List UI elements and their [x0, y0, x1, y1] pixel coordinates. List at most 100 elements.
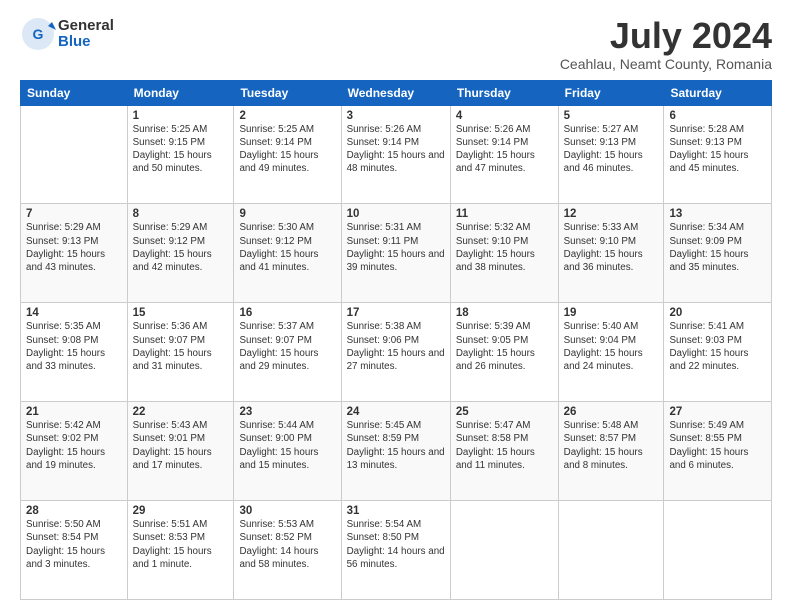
- day-number: 23: [239, 406, 335, 418]
- day-number: 28: [26, 505, 122, 517]
- calendar-cell: 11 Sunrise: 5:32 AM Sunset: 9:10 PM Dayl…: [450, 204, 558, 303]
- sunrise-text: Sunrise: 5:49 AM: [669, 420, 744, 431]
- sunset-text: Sunset: 8:57 PM: [564, 433, 636, 444]
- daylight-text: Daylight: 15 hours and 36 minutes.: [564, 249, 643, 273]
- daylight-text: Daylight: 15 hours and 22 minutes.: [669, 348, 748, 372]
- sunrise-text: Sunrise: 5:26 AM: [347, 124, 422, 135]
- weekday-friday: Friday: [558, 80, 664, 105]
- day-info: Sunrise: 5:49 AM Sunset: 8:55 PM Dayligh…: [669, 419, 766, 472]
- daylight-text: Daylight: 15 hours and 19 minutes.: [26, 447, 105, 471]
- daylight-text: Daylight: 15 hours and 26 minutes.: [456, 348, 535, 372]
- calendar-cell: 25 Sunrise: 5:47 AM Sunset: 8:58 PM Dayl…: [450, 402, 558, 501]
- sunset-text: Sunset: 9:07 PM: [133, 335, 205, 346]
- calendar-cell: 6 Sunrise: 5:28 AM Sunset: 9:13 PM Dayli…: [664, 105, 772, 204]
- calendar-cell: 18 Sunrise: 5:39 AM Sunset: 9:05 PM Dayl…: [450, 303, 558, 402]
- sunrise-text: Sunrise: 5:26 AM: [456, 124, 531, 135]
- calendar-cell: 17 Sunrise: 5:38 AM Sunset: 9:06 PM Dayl…: [341, 303, 450, 402]
- weekday-tuesday: Tuesday: [234, 80, 341, 105]
- sunrise-text: Sunrise: 5:40 AM: [564, 321, 639, 332]
- sunset-text: Sunset: 9:10 PM: [456, 236, 528, 247]
- sunrise-text: Sunrise: 5:25 AM: [133, 124, 208, 135]
- calendar-cell: 27 Sunrise: 5:49 AM Sunset: 8:55 PM Dayl…: [664, 402, 772, 501]
- sunset-text: Sunset: 9:03 PM: [669, 335, 741, 346]
- header: G General Blue July 2024 Ceahlau, Neamt …: [20, 16, 772, 72]
- calendar-cell: 13 Sunrise: 5:34 AM Sunset: 9:09 PM Dayl…: [664, 204, 772, 303]
- daylight-text: Daylight: 15 hours and 47 minutes.: [456, 150, 535, 174]
- calendar-cell: 16 Sunrise: 5:37 AM Sunset: 9:07 PM Dayl…: [234, 303, 341, 402]
- sunset-text: Sunset: 9:15 PM: [133, 137, 205, 148]
- daylight-text: Daylight: 15 hours and 29 minutes.: [239, 348, 318, 372]
- calendar-cell: [558, 501, 664, 600]
- sunset-text: Sunset: 8:55 PM: [669, 433, 741, 444]
- calendar-cell: 30 Sunrise: 5:53 AM Sunset: 8:52 PM Dayl…: [234, 501, 341, 600]
- day-info: Sunrise: 5:51 AM Sunset: 8:53 PM Dayligh…: [133, 518, 229, 571]
- daylight-text: Daylight: 14 hours and 56 minutes.: [347, 546, 445, 570]
- sunset-text: Sunset: 8:59 PM: [347, 433, 419, 444]
- calendar-page: G General Blue July 2024 Ceahlau, Neamt …: [0, 0, 792, 612]
- sunset-text: Sunset: 9:05 PM: [456, 335, 528, 346]
- day-number: 5: [564, 110, 659, 122]
- daylight-text: Daylight: 15 hours and 13 minutes.: [347, 447, 445, 471]
- day-info: Sunrise: 5:26 AM Sunset: 9:14 PM Dayligh…: [347, 123, 445, 176]
- day-info: Sunrise: 5:28 AM Sunset: 9:13 PM Dayligh…: [669, 123, 766, 176]
- sunrise-text: Sunrise: 5:45 AM: [347, 420, 422, 431]
- day-info: Sunrise: 5:39 AM Sunset: 9:05 PM Dayligh…: [456, 320, 553, 373]
- day-info: Sunrise: 5:36 AM Sunset: 9:07 PM Dayligh…: [133, 320, 229, 373]
- sunrise-text: Sunrise: 5:38 AM: [347, 321, 422, 332]
- sunrise-text: Sunrise: 5:31 AM: [347, 222, 422, 233]
- sunrise-text: Sunrise: 5:27 AM: [564, 124, 639, 135]
- sunset-text: Sunset: 9:12 PM: [133, 236, 205, 247]
- calendar-cell: 8 Sunrise: 5:29 AM Sunset: 9:12 PM Dayli…: [127, 204, 234, 303]
- sunset-text: Sunset: 9:14 PM: [456, 137, 528, 148]
- month-title: July 2024: [560, 16, 772, 56]
- day-number: 1: [133, 110, 229, 122]
- calendar-table: SundayMondayTuesdayWednesdayThursdayFrid…: [20, 80, 772, 600]
- week-row-0: 1 Sunrise: 5:25 AM Sunset: 9:15 PM Dayli…: [21, 105, 772, 204]
- logo-icon: G: [20, 16, 56, 52]
- logo-general-text: General: [58, 18, 114, 35]
- calendar-cell: 23 Sunrise: 5:44 AM Sunset: 9:00 PM Dayl…: [234, 402, 341, 501]
- calendar-cell: [21, 105, 128, 204]
- daylight-text: Daylight: 15 hours and 3 minutes.: [26, 546, 105, 570]
- weekday-sunday: Sunday: [21, 80, 128, 105]
- daylight-text: Daylight: 15 hours and 17 minutes.: [133, 447, 212, 471]
- day-number: 14: [26, 307, 122, 319]
- day-info: Sunrise: 5:50 AM Sunset: 8:54 PM Dayligh…: [26, 518, 122, 571]
- day-info: Sunrise: 5:41 AM Sunset: 9:03 PM Dayligh…: [669, 320, 766, 373]
- daylight-text: Daylight: 15 hours and 35 minutes.: [669, 249, 748, 273]
- calendar-cell: 26 Sunrise: 5:48 AM Sunset: 8:57 PM Dayl…: [558, 402, 664, 501]
- day-number: 21: [26, 406, 122, 418]
- daylight-text: Daylight: 15 hours and 15 minutes.: [239, 447, 318, 471]
- daylight-text: Daylight: 15 hours and 1 minute.: [133, 546, 212, 570]
- daylight-text: Daylight: 14 hours and 58 minutes.: [239, 546, 318, 570]
- sunrise-text: Sunrise: 5:32 AM: [456, 222, 531, 233]
- daylight-text: Daylight: 15 hours and 41 minutes.: [239, 249, 318, 273]
- sunset-text: Sunset: 9:02 PM: [26, 433, 98, 444]
- day-info: Sunrise: 5:33 AM Sunset: 9:10 PM Dayligh…: [564, 221, 659, 274]
- day-number: 29: [133, 505, 229, 517]
- daylight-text: Daylight: 15 hours and 6 minutes.: [669, 447, 748, 471]
- sunrise-text: Sunrise: 5:30 AM: [239, 222, 314, 233]
- day-number: 27: [669, 406, 766, 418]
- weekday-header-row: SundayMondayTuesdayWednesdayThursdayFrid…: [21, 80, 772, 105]
- location: Ceahlau, Neamt County, Romania: [560, 56, 772, 72]
- weekday-saturday: Saturday: [664, 80, 772, 105]
- day-info: Sunrise: 5:26 AM Sunset: 9:14 PM Dayligh…: [456, 123, 553, 176]
- logo: G General Blue: [20, 16, 114, 52]
- logo-blue-text: Blue: [58, 34, 114, 51]
- day-number: 24: [347, 406, 445, 418]
- day-info: Sunrise: 5:29 AM Sunset: 9:13 PM Dayligh…: [26, 221, 122, 274]
- calendar-cell: 20 Sunrise: 5:41 AM Sunset: 9:03 PM Dayl…: [664, 303, 772, 402]
- sunset-text: Sunset: 8:58 PM: [456, 433, 528, 444]
- calendar-cell: 2 Sunrise: 5:25 AM Sunset: 9:14 PM Dayli…: [234, 105, 341, 204]
- day-number: 30: [239, 505, 335, 517]
- day-number: 11: [456, 208, 553, 220]
- calendar-cell: 21 Sunrise: 5:42 AM Sunset: 9:02 PM Dayl…: [21, 402, 128, 501]
- day-info: Sunrise: 5:25 AM Sunset: 9:15 PM Dayligh…: [133, 123, 229, 176]
- sunrise-text: Sunrise: 5:54 AM: [347, 519, 422, 530]
- day-number: 26: [564, 406, 659, 418]
- sunset-text: Sunset: 8:54 PM: [26, 532, 98, 543]
- calendar-cell: 10 Sunrise: 5:31 AM Sunset: 9:11 PM Dayl…: [341, 204, 450, 303]
- sunset-text: Sunset: 9:13 PM: [564, 137, 636, 148]
- day-number: 10: [347, 208, 445, 220]
